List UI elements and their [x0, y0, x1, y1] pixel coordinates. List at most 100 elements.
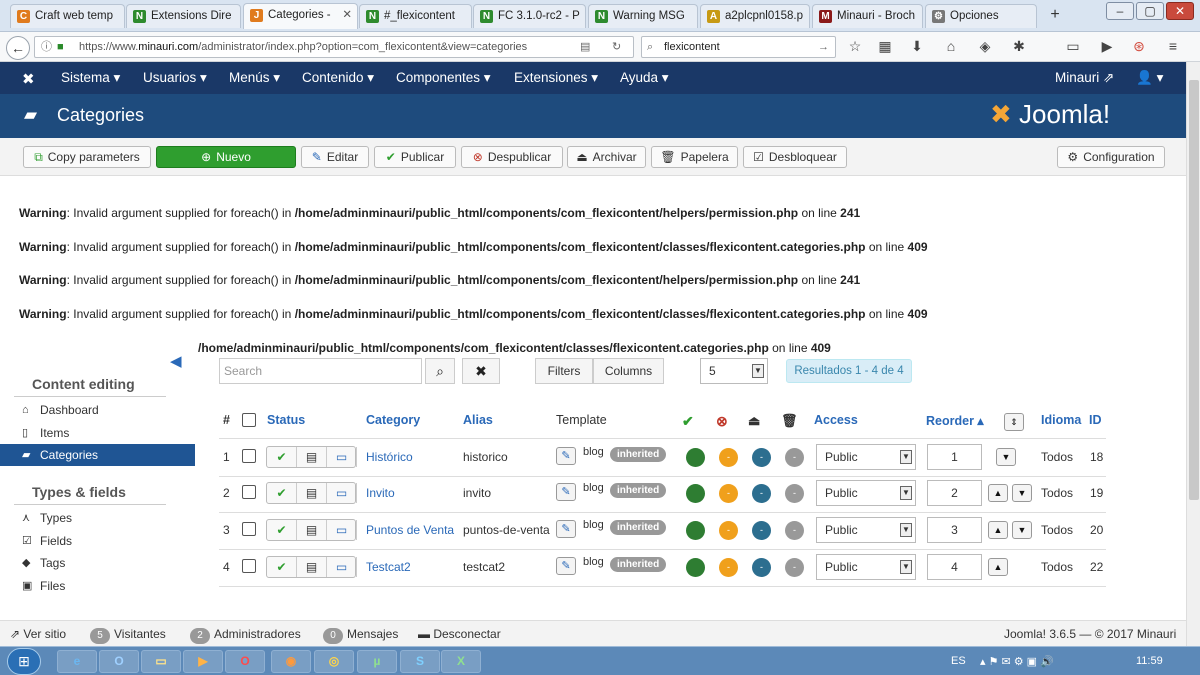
archived-state-dot[interactable]: - [752, 484, 771, 503]
edit-template-icon[interactable]: ✎ [556, 557, 576, 575]
unpublished-state-dot[interactable]: - [719, 521, 738, 540]
sidebar-item-dashboard[interactable]: ⌂ Dashboard [0, 399, 195, 421]
unpublished-state-dot[interactable]: - [719, 448, 738, 467]
close-tab-icon[interactable]: ✕ [342, 4, 352, 26]
published-state-dot[interactable] [686, 448, 705, 467]
media-player-icon[interactable]: ▶ [183, 650, 223, 673]
published-toggle-icon[interactable]: ✔ [267, 483, 297, 503]
ie-icon[interactable]: e [57, 650, 97, 673]
outlook-icon[interactable]: O [99, 650, 139, 673]
access-select[interactable]: Public ▼ [816, 554, 916, 580]
browser-tab[interactable]: M Minauri - Broch [812, 4, 923, 28]
rss-icon[interactable]: ▤ [297, 520, 327, 540]
row-checkbox[interactable] [242, 559, 256, 573]
unpublish-button[interactable]: ⊗ Despublicar [461, 146, 563, 168]
browser-tab[interactable]: J Categories - ✕ [243, 3, 358, 29]
menu-sistema[interactable]: Sistema ▾ [61, 70, 120, 86]
search-button[interactable]: ⌕ [425, 358, 455, 384]
new-tab-button[interactable]: + [1045, 6, 1065, 24]
col-access[interactable]: Access [814, 413, 858, 427]
edit-template-icon[interactable]: ✎ [556, 447, 576, 465]
published-toggle-icon[interactable]: ✔ [267, 520, 297, 540]
search-go-icon[interactable]: → [818, 37, 829, 57]
configuration-button[interactable]: ⚙ Configuration [1057, 146, 1165, 168]
explorer-icon[interactable]: ▭ [141, 650, 181, 673]
logout-link[interactable]: ▬ Desconectar [418, 627, 501, 641]
row-checkbox[interactable] [242, 485, 256, 499]
collapse-sidebar-icon[interactable]: ◀ [170, 352, 182, 370]
col-idioma[interactable]: Idioma [1041, 413, 1081, 427]
hamburger-menu-icon[interactable]: ≡ [1164, 38, 1182, 54]
filters-button[interactable]: Filters [535, 358, 593, 384]
move-down-icon[interactable]: ▼ [996, 448, 1016, 466]
save-order-icon[interactable]: ⇕ [1004, 413, 1024, 431]
published-state-dot[interactable] [686, 558, 705, 577]
move-up-icon[interactable]: ▲ [988, 484, 1008, 502]
copy-parameters-button[interactable]: ⧉ Copy parameters [23, 146, 151, 168]
category-link[interactable]: Testcat2 [366, 560, 411, 574]
utorrent-icon[interactable]: µ [357, 650, 397, 673]
edit-button[interactable]: ✎ Editar [301, 146, 369, 168]
edit-template-icon[interactable]: ✎ [556, 520, 576, 538]
browser-tab[interactable]: Aa2plcpnl0158.p [700, 4, 810, 28]
browser-tab[interactable]: N #_flexicontent [359, 4, 472, 28]
language-indicator[interactable]: ES [951, 655, 966, 667]
extension-icon[interactable]: ✱ [1010, 38, 1028, 55]
browser-tab[interactable]: N Warning MSG [588, 4, 698, 28]
col-category[interactable]: Category [366, 413, 420, 427]
access-select[interactable]: Public ▼ [816, 480, 916, 506]
messages-link[interactable]: 0 Mensajes [323, 627, 398, 644]
reload-icon[interactable]: ↻ [612, 37, 621, 57]
move-up-icon[interactable]: ▲ [988, 558, 1008, 576]
published-toggle-icon[interactable]: ✔ [267, 447, 297, 467]
edit-template-icon[interactable]: ✎ [556, 483, 576, 501]
opera-icon[interactable]: O [225, 650, 265, 673]
row-checkbox[interactable] [242, 449, 256, 463]
category-link[interactable]: Puntos de Venta [366, 523, 454, 537]
rss-icon[interactable]: ▤ [297, 557, 327, 577]
start-button[interactable]: ⊞ [7, 648, 41, 675]
menu-contenido[interactable]: Contenido ▾ [302, 70, 374, 86]
bookmark-star-icon[interactable]: ☆ [846, 38, 864, 55]
preview-icon[interactable]: ▭ [327, 483, 357, 503]
address-bar[interactable]: ⓘ ■ https://www.minauri.com/administrato… [34, 36, 634, 58]
archived-state-dot[interactable]: - [752, 521, 771, 540]
category-link[interactable]: Invito [366, 486, 395, 500]
sidebar-item-tags[interactable]: ◆ Tags [0, 552, 195, 574]
browser-tab[interactable]: ⚙ Opciones [925, 4, 1037, 28]
browser-tab[interactable]: N Extensions Dire [126, 4, 241, 28]
maximize-button[interactable]: ▢ [1136, 2, 1164, 20]
minimize-button[interactable]: – [1106, 2, 1134, 20]
youtube-icon[interactable]: ▶ [1098, 38, 1116, 55]
menu-ayuda[interactable]: Ayuda ▾ [620, 70, 669, 86]
browser-tab[interactable]: C Craft web temp [10, 4, 125, 28]
trashed-state-dot[interactable]: - [785, 521, 804, 540]
preview-icon[interactable]: ▭ [327, 557, 357, 577]
published-state-dot[interactable] [686, 521, 705, 540]
preview-icon[interactable]: ▭ [327, 447, 357, 467]
bookmarks-list-icon[interactable]: ▦ [876, 38, 894, 55]
menu-componentes[interactable]: Componentes ▾ [396, 70, 491, 86]
browser-tab[interactable]: N FC 3.1.0-rc2 - P [473, 4, 586, 28]
search-input[interactable]: Search [219, 358, 422, 384]
trashed-state-dot[interactable]: - [785, 484, 804, 503]
trashed-state-dot[interactable]: - [785, 448, 804, 467]
lifebuoy-icon[interactable]: ⊛ [1130, 38, 1148, 55]
sidebar-item-files[interactable]: ▣ Files [0, 575, 195, 597]
menu-extensiones[interactable]: Extensiones ▾ [514, 70, 598, 86]
firefox-icon[interactable]: ◉ [271, 650, 311, 673]
check-all-checkbox[interactable] [242, 413, 256, 427]
col-status[interactable]: Status [267, 413, 305, 427]
page-scrollbar[interactable] [1186, 62, 1200, 646]
order-input[interactable]: 1 [927, 444, 982, 470]
menu-menus[interactable]: Menús ▾ [229, 70, 280, 86]
move-up-icon[interactable]: ▲ [988, 521, 1008, 539]
pocket-icon[interactable]: ◈ [976, 38, 994, 55]
site-link[interactable]: Minauri ⇗ [1055, 70, 1114, 86]
order-input[interactable]: 2 [927, 480, 982, 506]
unpublished-state-dot[interactable]: - [719, 558, 738, 577]
new-button[interactable]: ⊕ Nuevo [156, 146, 296, 168]
clear-search-button[interactable]: ✖ [462, 358, 500, 384]
view-site-link[interactable]: ⇗ Ver sitio [10, 627, 66, 641]
row-checkbox[interactable] [242, 522, 256, 536]
